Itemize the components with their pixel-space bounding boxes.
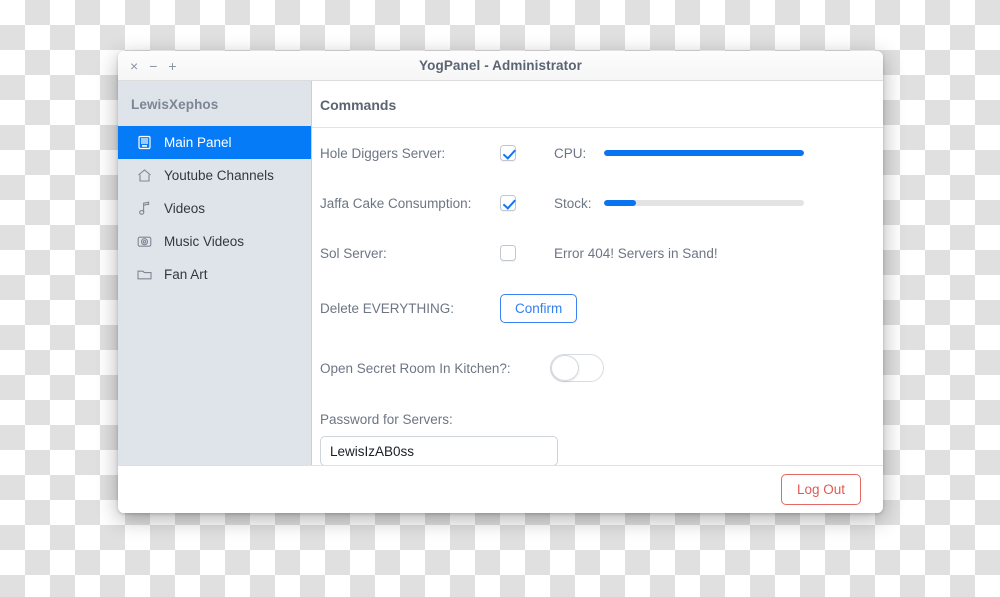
sidebar-item-music-videos[interactable]: Music Videos (118, 225, 311, 258)
sidebar-item-label: Youtube Channels (164, 168, 274, 183)
stock-progress-fill (604, 200, 636, 206)
confirm-button[interactable]: Confirm (500, 293, 578, 323)
jaffa-cake-checkbox[interactable] (500, 195, 516, 211)
hole-diggers-checkbox-cell (500, 145, 554, 161)
secret-room-toggle[interactable] (550, 354, 604, 382)
toggle-knob (551, 355, 579, 381)
sidebar-item-videos[interactable]: Videos (118, 192, 311, 225)
confirm-button-cell: Confirm (500, 293, 578, 323)
cpu-progress-fill (604, 150, 804, 156)
jaffa-cake-label: Jaffa Cake Consumption: (320, 195, 472, 211)
secret-room-label: Open Secret Room In Kitchen?: (320, 360, 511, 376)
server-icon (136, 134, 153, 151)
sidebar-item-label: Main Panel (164, 135, 232, 150)
logout-button[interactable]: Log Out (780, 474, 861, 505)
secret-room-toggle-cell (550, 354, 604, 382)
row-jaffa-cake: Jaffa Cake Consumption: Stock: (320, 178, 883, 228)
main-content: Commands Hole Diggers Server: CPU: Jaffa… (312, 81, 883, 466)
window-body: LewisXephos Main Panel Youtube Channels … (118, 81, 883, 466)
camera-icon (136, 233, 153, 250)
password-label: Password for Servers: (320, 412, 453, 427)
stock-label: Stock: (554, 195, 592, 211)
sidebar: LewisXephos Main Panel Youtube Channels … (118, 81, 312, 465)
sol-server-status-text: Error 404! Servers in Sand! (554, 245, 718, 261)
window-footer: Log Out (118, 465, 883, 513)
content-header: Commands (312, 81, 883, 128)
window-title: YogPanel - Administrator (419, 58, 582, 73)
sidebar-item-main-panel[interactable]: Main Panel (118, 126, 311, 159)
title-bar: × − + YogPanel - Administrator (118, 51, 883, 81)
jaffa-cake-checkbox-cell (500, 195, 554, 211)
password-input[interactable] (320, 436, 558, 466)
folder-icon (136, 266, 153, 283)
cpu-meter-cell: CPU: (554, 146, 883, 161)
sidebar-item-label: Videos (164, 201, 206, 216)
row-secret-room: Open Secret Room In Kitchen?: (320, 338, 883, 398)
sidebar-item-youtube-channels[interactable]: Youtube Channels (118, 159, 311, 192)
delete-everything-label: Delete EVERYTHING: (320, 300, 455, 316)
row-hole-diggers: Hole Diggers Server: CPU: (320, 128, 883, 178)
music-note-icon (136, 200, 153, 217)
sidebar-item-label: Music Videos (164, 234, 245, 249)
commands-form: Hole Diggers Server: CPU: Jaffa Cake Con… (312, 128, 883, 466)
sidebar-header: LewisXephos (131, 97, 219, 112)
house-icon (136, 167, 153, 184)
stock-meter-cell: Stock: (554, 196, 883, 211)
stock-progress-bar (604, 200, 804, 206)
sol-server-label: Sol Server: (320, 245, 387, 261)
sol-server-status-cell: Error 404! Servers in Sand! (554, 246, 883, 261)
hole-diggers-label: Hole Diggers Server: (320, 145, 446, 161)
cpu-label: CPU: (554, 145, 587, 161)
sidebar-item-fan-art[interactable]: Fan Art (118, 258, 311, 291)
row-sol-server: Sol Server: Error 404! Servers in Sand! (320, 228, 883, 278)
sol-server-checkbox[interactable] (500, 245, 516, 261)
cpu-progress-bar (604, 150, 804, 156)
sidebar-item-label: Fan Art (164, 267, 208, 282)
sol-server-checkbox-cell (500, 245, 554, 261)
app-window: × − + YogPanel - Administrator LewisXeph… (118, 51, 883, 513)
hole-diggers-checkbox[interactable] (500, 145, 516, 161)
row-delete-everything: Delete EVERYTHING: Confirm (320, 278, 883, 338)
